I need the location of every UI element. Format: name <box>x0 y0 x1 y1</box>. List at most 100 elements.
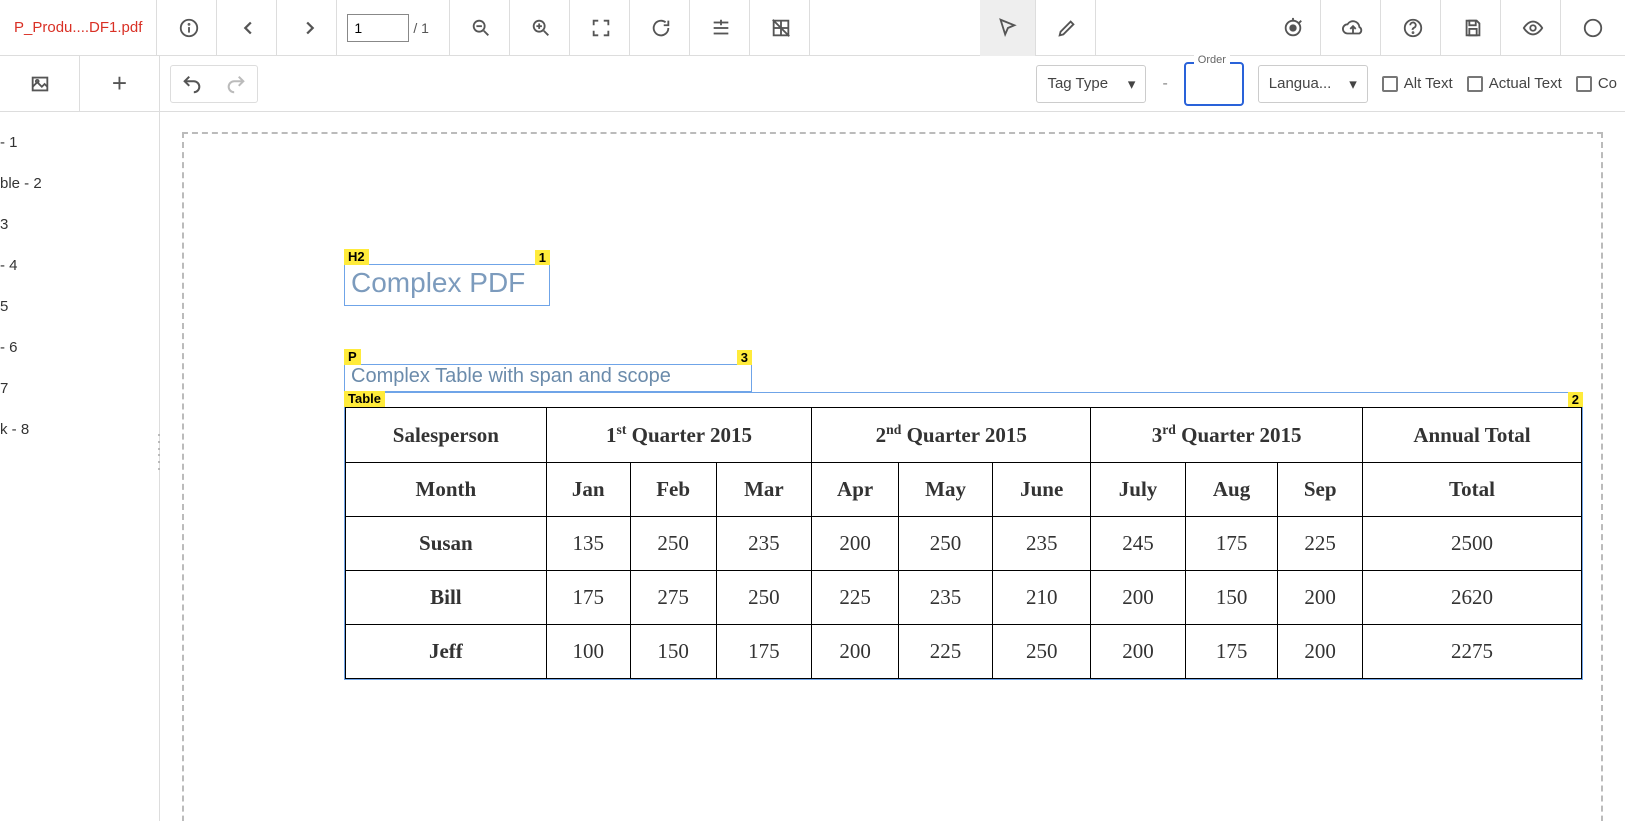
tag-order-badge: 2 <box>1568 392 1583 407</box>
h2-text: Complex PDF <box>345 265 549 301</box>
more-icon[interactable] <box>1565 0 1621 56</box>
table-subheader: Sep <box>1278 463 1363 517</box>
table-cell: 200 <box>1091 625 1186 679</box>
tag-order-badge: 1 <box>535 250 550 265</box>
structure-tree-item[interactable]: 3 <box>0 204 159 245</box>
checkbox-icon <box>1382 76 1398 92</box>
main-toolbar: P_Produ....DF1.pdf / 1 <box>0 0 1625 56</box>
actual-text-label: Actual Text <box>1489 75 1562 92</box>
data-table: Salesperson1st Quarter 20152nd Quarter 2… <box>345 407 1582 679</box>
table-subheader: May <box>898 463 992 517</box>
table-subheader: July <box>1091 463 1186 517</box>
table-header: 3rd Quarter 2015 <box>1091 408 1363 463</box>
table-row: Susan1352502352002502352451752252500 <box>346 517 1582 571</box>
table-cell: 245 <box>1091 517 1186 571</box>
table-cell: 175 <box>716 625 812 679</box>
save-icon[interactable] <box>1445 0 1501 56</box>
structure-tree-item[interactable]: 5 <box>0 286 159 327</box>
cloud-upload-icon[interactable] <box>1325 0 1381 56</box>
table-subheader: Month <box>346 463 547 517</box>
tag-frame-h2[interactable]: H2 1 Complex PDF <box>344 264 550 306</box>
table-cell: 250 <box>898 517 992 571</box>
co-label: Co <box>1598 75 1617 92</box>
select-tool-button[interactable] <box>980 0 1036 56</box>
table-cell: 200 <box>812 517 899 571</box>
table-cell: 175 <box>546 571 630 625</box>
chevron-down-icon: ▾ <box>1128 75 1136 93</box>
sidebar-resize-handle[interactable] <box>156 432 162 472</box>
alt-text-checkbox[interactable]: Alt Text <box>1382 75 1453 92</box>
tag-order-badge: 3 <box>737 350 752 365</box>
rotate-button[interactable] <box>634 0 690 56</box>
structure-tree-item[interactable]: - 4 <box>0 245 159 286</box>
undo-button[interactable] <box>171 66 213 102</box>
redo-button[interactable] <box>215 66 257 102</box>
help-icon[interactable] <box>1385 0 1441 56</box>
structure-tree-item[interactable]: 7 <box>0 368 159 409</box>
tag-type-dropdown[interactable]: Tag Type ▾ <box>1036 65 1146 103</box>
info-icon[interactable] <box>161 0 217 56</box>
add-tab-button[interactable]: + <box>80 56 159 111</box>
structure-tree-item[interactable]: ble - 2 <box>0 163 159 204</box>
tag-label: P <box>344 349 361 365</box>
table-cell: 225 <box>1278 517 1363 571</box>
row-header: Susan <box>346 517 547 571</box>
structure-tree-item[interactable]: - 6 <box>0 327 159 368</box>
separator-dash: - <box>1160 75 1169 93</box>
table-cell: 150 <box>1185 571 1278 625</box>
structure-tree-item[interactable]: k - 8 <box>0 409 159 450</box>
co-checkbox[interactable]: Co <box>1576 75 1617 92</box>
checkbox-icon <box>1467 76 1483 92</box>
table-cell: 235 <box>993 517 1091 571</box>
language-dropdown[interactable]: Langua... ▾ <box>1258 65 1368 103</box>
checkbox-icon <box>1576 76 1592 92</box>
chevron-down-icon: ▾ <box>1349 75 1357 93</box>
table-cell: 275 <box>630 571 716 625</box>
tag-frame-p[interactable]: P 3 Complex Table with span and scope <box>344 364 752 392</box>
table-header: Salesperson <box>346 408 547 463</box>
table-cell: 175 <box>1185 517 1278 571</box>
table-cell: 100 <box>546 625 630 679</box>
actual-text-checkbox[interactable]: Actual Text <box>1467 75 1562 92</box>
table-subheader: Aug <box>1185 463 1278 517</box>
table-header: 2nd Quarter 2015 <box>812 408 1091 463</box>
structure-tree-item[interactable]: - 1 <box>0 122 159 163</box>
table-cell: 200 <box>1278 625 1363 679</box>
table-header: 1st Quarter 2015 <box>546 408 812 463</box>
table-cell: 175 <box>1185 625 1278 679</box>
grid-off-button[interactable] <box>754 0 810 56</box>
order-input[interactable] <box>1184 62 1244 106</box>
table-cell: 225 <box>812 571 899 625</box>
table-header: Annual Total <box>1363 408 1582 463</box>
prev-page-button[interactable] <box>221 0 277 56</box>
row-total: 2275 <box>1363 625 1582 679</box>
table-subheader: Jan <box>546 463 630 517</box>
table-row: Jeff1001501752002252502001752002275 <box>346 625 1582 679</box>
page-total-label: / 1 <box>409 20 439 36</box>
row-total: 2500 <box>1363 517 1582 571</box>
table-subheader: Feb <box>630 463 716 517</box>
tag-label: H2 <box>344 249 369 265</box>
table-cell: 200 <box>1091 571 1186 625</box>
row-header: Bill <box>346 571 547 625</box>
table-subheader: June <box>993 463 1091 517</box>
edit-tool-button[interactable] <box>1040 0 1096 56</box>
next-page-button[interactable] <box>281 0 337 56</box>
table-cell: 210 <box>993 571 1091 625</box>
table-cell: 150 <box>630 625 716 679</box>
fullscreen-button[interactable] <box>574 0 630 56</box>
thumbnails-tab-icon[interactable] <box>0 56 80 111</box>
file-tab[interactable]: P_Produ....DF1.pdf <box>0 0 157 56</box>
tag-frame-table[interactable]: Table 2 Salesperson1st Quarter 20152nd Q… <box>344 392 1583 680</box>
reflow-button[interactable] <box>694 0 750 56</box>
target-icon[interactable] <box>1265 0 1321 56</box>
document-canvas[interactable]: H2 1 Complex PDF P 3 Complex Table with … <box>160 112 1625 821</box>
pdf-page: H2 1 Complex PDF P 3 Complex Table with … <box>182 132 1603 821</box>
structure-tree-sidebar: - 1ble - 23- 45- 67k - 8 <box>0 112 160 821</box>
alt-text-label: Alt Text <box>1404 75 1453 92</box>
table-cell: 250 <box>716 571 812 625</box>
zoom-in-button[interactable] <box>514 0 570 56</box>
zoom-out-button[interactable] <box>454 0 510 56</box>
visibility-icon[interactable] <box>1505 0 1561 56</box>
page-number-input[interactable] <box>347 14 409 42</box>
